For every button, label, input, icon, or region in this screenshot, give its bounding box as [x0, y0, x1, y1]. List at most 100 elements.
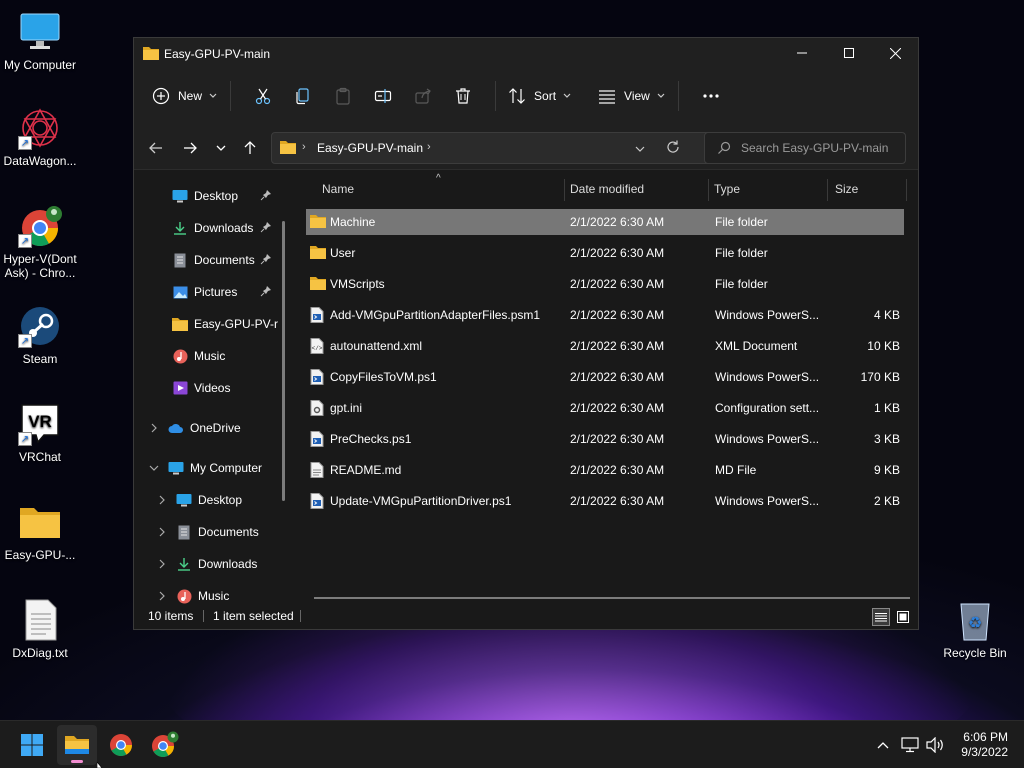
file-row[interactable]: </> autounattend.xml 2/1/2022 6:30 AM XM… [306, 333, 904, 359]
sidebar-item-downloads[interactable]: Downloads [172, 213, 272, 243]
sidebar-item-easy-gpu-folder[interactable]: Easy-GPU-PV-r [172, 309, 282, 339]
new-button[interactable]: New [152, 80, 218, 112]
desktop-icon-datawagon[interactable]: ↗ DataWagon... [0, 106, 80, 168]
sidebar-item-documents[interactable]: Documents [172, 245, 272, 275]
folder-icon [280, 140, 296, 157]
file-type: File folder [715, 246, 768, 260]
desktop-icon-my-computer[interactable]: My Computer [0, 10, 80, 72]
column-header-date[interactable]: Date modified [570, 171, 710, 207]
file-date: 2/1/2022 6:30 AM [570, 432, 665, 446]
rename-button[interactable] [363, 80, 403, 112]
column-header-type[interactable]: Type [714, 171, 824, 207]
sidebar-item-pc-documents[interactable]: Documents [154, 517, 284, 547]
chevron-right-icon[interactable] [154, 588, 170, 604]
horizontal-scrollbar[interactable] [314, 597, 910, 599]
pin-icon[interactable] [260, 189, 272, 204]
chevron-right-icon[interactable] [154, 524, 170, 540]
file-row[interactable]: Machine 2/1/2022 6:30 AM File folder [306, 209, 904, 235]
sidebar-item-onedrive[interactable]: OneDrive [146, 413, 276, 443]
cut-button[interactable] [243, 80, 283, 112]
file-row[interactable]: User 2/1/2022 6:30 AM File folder [306, 240, 904, 266]
copy-button[interactable] [283, 80, 323, 112]
column-divider[interactable] [564, 179, 565, 201]
text-file-icon [310, 462, 324, 481]
paste-button[interactable] [323, 80, 363, 112]
more-dots-icon [703, 94, 719, 98]
maximize-button[interactable] [826, 38, 872, 68]
chevron-down-icon [209, 93, 217, 98]
column-divider[interactable] [906, 179, 907, 201]
sidebar-item-pc-downloads[interactable]: Downloads [154, 549, 284, 579]
details-view-button[interactable] [872, 608, 890, 626]
view-button[interactable]: View [598, 80, 666, 112]
close-button[interactable] [872, 38, 918, 68]
file-row[interactable]: VMScripts 2/1/2022 6:30 AM File folder [306, 271, 904, 297]
share-button[interactable] [403, 80, 443, 112]
taskbar-chrome-profile[interactable] [145, 725, 185, 765]
large-icons-view-button[interactable] [894, 608, 912, 626]
chevron-right-icon[interactable] [146, 420, 162, 436]
desktop-icon-recycle-bin[interactable]: ♻ Recycle Bin [935, 598, 1015, 660]
file-row[interactable]: CopyFilesToVM.ps1 2/1/2022 6:30 AM Windo… [306, 364, 904, 390]
file-type: Windows PowerS... [715, 432, 820, 446]
sidebar-item-pc-desktop[interactable]: Desktop [154, 485, 284, 515]
desktop-icon-label: Steam [22, 352, 58, 366]
network-status-button[interactable] [900, 735, 920, 755]
title-bar[interactable]: Easy-GPU-PV-main [134, 38, 918, 68]
sidebar-item-music[interactable]: Music [172, 341, 272, 371]
pin-icon[interactable] [260, 285, 272, 300]
file-row[interactable]: PreChecks.ps1 2/1/2022 6:30 AM Windows P… [306, 426, 904, 452]
sidebar-item-desktop[interactable]: Desktop [172, 181, 272, 211]
search-input[interactable] [741, 140, 891, 156]
more-options-button[interactable] [691, 80, 731, 112]
arrow-up-icon [244, 141, 256, 154]
back-button[interactable] [144, 136, 168, 160]
breadcrumb-item[interactable]: Easy-GPU-PV-main [317, 141, 423, 155]
desktop-icon-vrchat[interactable]: VR ↗ VRChat [0, 402, 80, 464]
close-icon [889, 47, 901, 59]
chevron-right-icon[interactable] [154, 492, 170, 508]
sidebar-item-videos[interactable]: Videos [172, 373, 272, 403]
desktop-icon-chrome-profile[interactable]: ↗ Hyper-V(Dont Ask) - Chro... [0, 204, 80, 280]
sidebar-item-pictures[interactable]: Pictures [172, 277, 272, 307]
start-button[interactable] [12, 725, 52, 765]
file-row[interactable]: Add-VMGpuPartitionAdapterFiles.psm1 2/1/… [306, 302, 904, 328]
search-box[interactable] [704, 132, 906, 164]
clock-button[interactable]: 6:06 PM 9/3/2022 [961, 730, 1008, 760]
file-row[interactable]: README.md 2/1/2022 6:30 AM MD File 9 KB [306, 457, 904, 483]
sort-button[interactable]: Sort [508, 80, 572, 112]
column-divider[interactable] [708, 179, 709, 201]
up-button[interactable] [238, 136, 262, 160]
shortcut-arrow-icon: ↗ [18, 234, 32, 248]
desktop-icon-dxdiag[interactable]: DxDiag.txt [0, 598, 80, 660]
file-explorer-window[interactable]: Easy-GPU-PV-main New Sort View › Easy-GP… [133, 37, 919, 630]
volume-button[interactable] [925, 735, 945, 755]
chevron-down-icon[interactable] [146, 460, 162, 476]
svg-text:♻: ♻ [968, 615, 982, 632]
pin-icon[interactable] [260, 221, 272, 236]
file-explorer-icon [65, 736, 89, 754]
minimize-button[interactable] [779, 38, 825, 68]
sidebar-item-label: Desktop [198, 493, 243, 507]
desktop-icon-easy-gpu-folder[interactable]: Easy-GPU-... [0, 500, 80, 562]
show-hidden-icons-button[interactable] [873, 735, 893, 755]
address-history-button[interactable] [635, 142, 645, 156]
file-row[interactable]: gpt.ini 2/1/2022 6:30 AM Configuration s… [306, 395, 904, 421]
column-header-name[interactable]: Name [322, 171, 562, 207]
column-header-size[interactable]: Size [835, 171, 905, 207]
sidebar-scrollbar[interactable] [282, 221, 285, 501]
chevron-right-icon[interactable] [154, 556, 170, 572]
sidebar-item-my-computer[interactable]: My Computer [146, 453, 286, 483]
pin-icon[interactable] [260, 253, 272, 268]
refresh-button[interactable] [666, 140, 680, 157]
file-row[interactable]: Update-VMGpuPartitionDriver.ps1 2/1/2022… [306, 488, 904, 514]
forward-button[interactable] [178, 136, 202, 160]
taskbar-file-explorer[interactable] [57, 725, 97, 765]
taskbar-chrome[interactable] [101, 725, 141, 765]
recent-locations-button[interactable] [209, 136, 233, 160]
column-divider[interactable] [827, 179, 828, 201]
script-file-icon [310, 431, 324, 450]
breadcrumb-separator-icon[interactable]: › [427, 141, 431, 153]
desktop-icon-steam[interactable]: ↗ Steam [0, 304, 80, 366]
delete-button[interactable] [443, 80, 483, 112]
